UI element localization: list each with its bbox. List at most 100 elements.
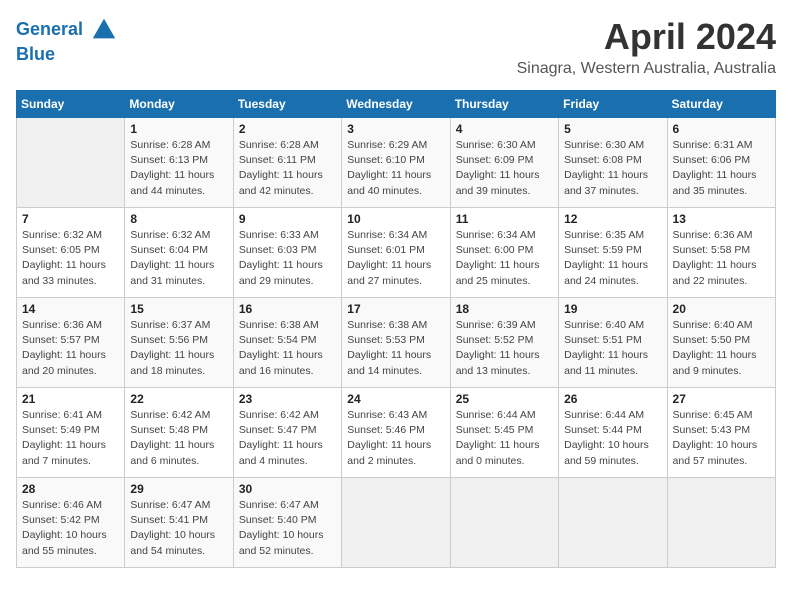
calendar-cell: 17 Sunrise: 6:38 AMSunset: 5:53 PMDayligh… [342,298,450,388]
calendar-cell [559,478,667,568]
day-number: 6 [673,122,770,136]
calendar-week-row: 28 Sunrise: 6:46 AMSunset: 5:42 PMDayligh… [17,478,776,568]
calendar-cell: 21 Sunrise: 6:41 AMSunset: 5:49 PMDayligh… [17,388,125,478]
calendar-cell: 3 Sunrise: 6:29 AMSunset: 6:10 PMDaylight… [342,118,450,208]
calendar-cell [17,118,125,208]
calendar-title: April 2024 [517,16,776,58]
day-info: Sunrise: 6:31 AMSunset: 6:06 PMDaylight:… [673,138,770,199]
day-info: Sunrise: 6:29 AMSunset: 6:10 PMDaylight:… [347,138,444,199]
day-info: Sunrise: 6:45 AMSunset: 5:43 PMDaylight:… [673,408,770,469]
calendar-week-row: 7 Sunrise: 6:32 AMSunset: 6:05 PMDaylight… [17,208,776,298]
day-info: Sunrise: 6:32 AMSunset: 6:04 PMDaylight:… [130,228,227,289]
day-info: Sunrise: 6:32 AMSunset: 6:05 PMDaylight:… [22,228,119,289]
day-info: Sunrise: 6:46 AMSunset: 5:42 PMDaylight:… [22,498,119,559]
day-info: Sunrise: 6:40 AMSunset: 5:51 PMDaylight:… [564,318,661,379]
day-info: Sunrise: 6:44 AMSunset: 5:45 PMDaylight:… [456,408,553,469]
day-info: Sunrise: 6:30 AMSunset: 6:08 PMDaylight:… [564,138,661,199]
calendar-cell: 28 Sunrise: 6:46 AMSunset: 5:42 PMDayligh… [17,478,125,568]
calendar-week-row: 21 Sunrise: 6:41 AMSunset: 5:49 PMDayligh… [17,388,776,478]
logo-text: General [16,16,118,44]
day-number: 12 [564,212,661,226]
calendar-cell: 10 Sunrise: 6:34 AMSunset: 6:01 PMDayligh… [342,208,450,298]
day-number: 2 [239,122,336,136]
calendar-cell: 15Sunrise: 6:37 AMSunset: 5:56 PMDayligh… [125,298,233,388]
weekday-header: Monday [125,91,233,118]
day-info: Sunrise: 6:47 AMSunset: 5:41 PMDaylight:… [130,498,227,559]
calendar-header-row: SundayMondayTuesdayWednesdayThursdayFrid… [17,91,776,118]
calendar-cell: 23 Sunrise: 6:42 AMSunset: 5:47 PMDayligh… [233,388,341,478]
calendar-cell: 26 Sunrise: 6:44 AMSunset: 5:44 PMDayligh… [559,388,667,478]
day-number: 5 [564,122,661,136]
calendar-table: SundayMondayTuesdayWednesdayThursdayFrid… [16,90,776,568]
day-info: Sunrise: 6:33 AMSunset: 6:03 PMDaylight:… [239,228,336,289]
calendar-cell: 19Sunrise: 6:40 AMSunset: 5:51 PMDayligh… [559,298,667,388]
day-number: 26 [564,392,661,406]
calendar-cell: 1 Sunrise: 6:28 AMSunset: 6:13 PMDaylight… [125,118,233,208]
weekday-header: Thursday [450,91,558,118]
calendar-cell: 22 Sunrise: 6:42 AMSunset: 5:48 PMDayligh… [125,388,233,478]
calendar-cell: 18Sunrise: 6:39 AMSunset: 5:52 PMDayligh… [450,298,558,388]
day-info: Sunrise: 6:38 AMSunset: 5:54 PMDaylight:… [239,318,336,379]
day-info: Sunrise: 6:34 AMSunset: 6:00 PMDaylight:… [456,228,553,289]
day-info: Sunrise: 6:28 AMSunset: 6:11 PMDaylight:… [239,138,336,199]
calendar-subtitle: Sinagra, Western Australia, Australia [517,60,776,78]
calendar-cell: 14Sunrise: 6:36 AMSunset: 5:57 PMDayligh… [17,298,125,388]
day-number: 28 [22,482,119,496]
calendar-cell: 25 Sunrise: 6:44 AMSunset: 5:45 PMDayligh… [450,388,558,478]
day-number: 1 [130,122,227,136]
calendar-cell: 16 Sunrise: 6:38 AMSunset: 5:54 PMDayligh… [233,298,341,388]
day-number: 20 [673,302,770,316]
weekday-header: Wednesday [342,91,450,118]
logo: General Blue [16,16,118,66]
calendar-cell: 30 Sunrise: 6:47 AMSunset: 5:40 PMDayligh… [233,478,341,568]
day-number: 22 [130,392,227,406]
calendar-cell: 9 Sunrise: 6:33 AMSunset: 6:03 PMDaylight… [233,208,341,298]
day-number: 3 [347,122,444,136]
calendar-cell [342,478,450,568]
day-number: 27 [673,392,770,406]
calendar-cell: 6 Sunrise: 6:31 AMSunset: 6:06 PMDaylight… [667,118,775,208]
calendar-cell: 7 Sunrise: 6:32 AMSunset: 6:05 PMDaylight… [17,208,125,298]
calendar-cell: 8Sunrise: 6:32 AMSunset: 6:04 PMDaylight… [125,208,233,298]
calendar-cell: 2 Sunrise: 6:28 AMSunset: 6:11 PMDaylight… [233,118,341,208]
day-info: Sunrise: 6:40 AMSunset: 5:50 PMDaylight:… [673,318,770,379]
weekday-header: Saturday [667,91,775,118]
day-number: 10 [347,212,444,226]
day-info: Sunrise: 6:43 AMSunset: 5:46 PMDaylight:… [347,408,444,469]
calendar-week-row: 14Sunrise: 6:36 AMSunset: 5:57 PMDayligh… [17,298,776,388]
day-info: Sunrise: 6:30 AMSunset: 6:09 PMDaylight:… [456,138,553,199]
calendar-cell: 13Sunrise: 6:36 AMSunset: 5:58 PMDayligh… [667,208,775,298]
day-number: 11 [456,212,553,226]
calendar-cell: 11 Sunrise: 6:34 AMSunset: 6:00 PMDayligh… [450,208,558,298]
day-info: Sunrise: 6:38 AMSunset: 5:53 PMDaylight:… [347,318,444,379]
day-number: 24 [347,392,444,406]
day-number: 7 [22,212,119,226]
day-number: 29 [130,482,227,496]
calendar-cell: 29 Sunrise: 6:47 AMSunset: 5:41 PMDayligh… [125,478,233,568]
day-info: Sunrise: 6:42 AMSunset: 5:48 PMDaylight:… [130,408,227,469]
calendar-cell [450,478,558,568]
day-number: 9 [239,212,336,226]
day-info: Sunrise: 6:41 AMSunset: 5:49 PMDaylight:… [22,408,119,469]
day-number: 21 [22,392,119,406]
weekday-header: Sunday [17,91,125,118]
day-number: 25 [456,392,553,406]
day-info: Sunrise: 6:35 AMSunset: 5:59 PMDaylight:… [564,228,661,289]
day-info: Sunrise: 6:42 AMSunset: 5:47 PMDaylight:… [239,408,336,469]
calendar-cell: 12 Sunrise: 6:35 AMSunset: 5:59 PMDayligh… [559,208,667,298]
day-number: 17 [347,302,444,316]
day-info: Sunrise: 6:34 AMSunset: 6:01 PMDaylight:… [347,228,444,289]
day-number: 23 [239,392,336,406]
day-info: Sunrise: 6:44 AMSunset: 5:44 PMDaylight:… [564,408,661,469]
day-info: Sunrise: 6:39 AMSunset: 5:52 PMDaylight:… [456,318,553,379]
day-info: Sunrise: 6:36 AMSunset: 5:58 PMDaylight:… [673,228,770,289]
calendar-cell: 4 Sunrise: 6:30 AMSunset: 6:09 PMDaylight… [450,118,558,208]
day-number: 16 [239,302,336,316]
logo-subtext: Blue [16,44,118,66]
day-number: 30 [239,482,336,496]
day-info: Sunrise: 6:28 AMSunset: 6:13 PMDaylight:… [130,138,227,199]
day-number: 4 [456,122,553,136]
page-header: General Blue April 2024 Sinagra, Western… [16,16,776,78]
day-info: Sunrise: 6:47 AMSunset: 5:40 PMDaylight:… [239,498,336,559]
day-number: 15 [130,302,227,316]
